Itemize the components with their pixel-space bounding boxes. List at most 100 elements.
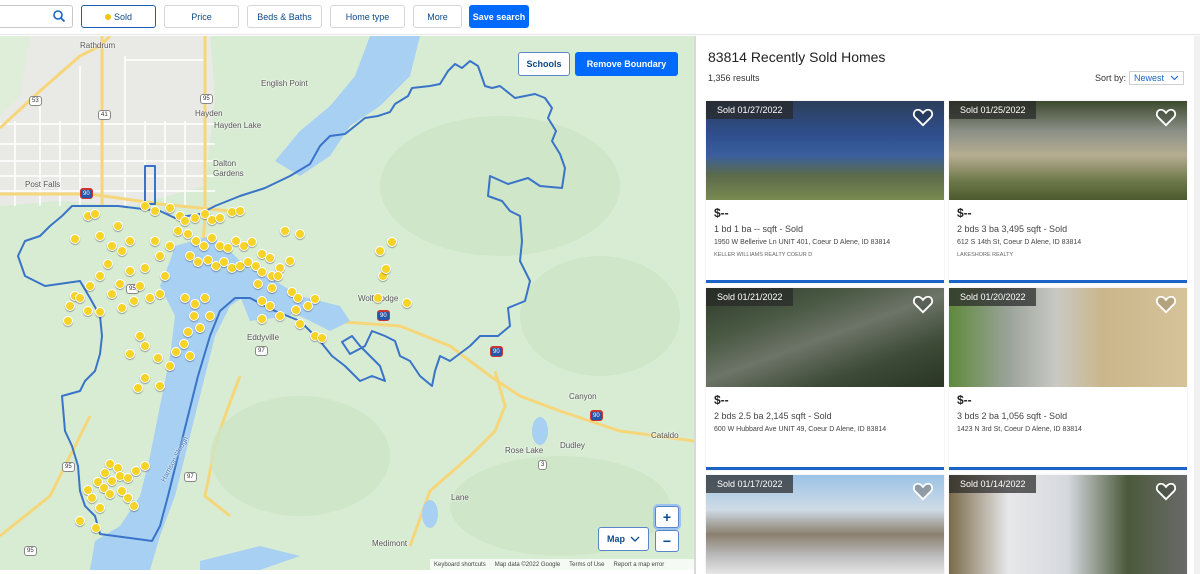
sold-home-marker[interactable]	[295, 319, 305, 329]
sold-home-marker[interactable]	[190, 299, 200, 309]
sold-home-marker[interactable]	[91, 523, 101, 533]
keyboard-shortcuts-link[interactable]: Keyboard shortcuts	[434, 562, 486, 568]
filter-home-type-button[interactable]: Home type	[330, 5, 405, 28]
sold-home-marker[interactable]	[155, 251, 165, 261]
sold-home-marker[interactable]	[165, 203, 175, 213]
location-search-input[interactable]	[0, 5, 73, 28]
sold-home-marker[interactable]	[165, 241, 175, 251]
sold-home-marker[interactable]	[107, 476, 117, 486]
listing-photo[interactable]: Sold 01/25/2022	[949, 101, 1187, 200]
sold-home-marker[interactable]	[189, 311, 199, 321]
filter-beds-baths-button[interactable]: Beds & Baths	[247, 5, 322, 28]
sold-home-marker[interactable]	[155, 289, 165, 299]
listing-card[interactable]: Sold 01/20/2022 $-- 3 bds 2 ba 1,056 sqft …	[949, 288, 1187, 470]
sold-home-marker[interactable]	[190, 213, 200, 223]
sold-home-marker[interactable]	[129, 296, 139, 306]
sold-home-marker[interactable]	[140, 341, 150, 351]
sold-home-marker[interactable]	[235, 206, 245, 216]
sold-home-marker[interactable]	[265, 253, 275, 263]
listing-card[interactable]: Sold 01/25/2022 $-- 2 bds 3 ba 3,495 sqft …	[949, 101, 1187, 283]
filter-price-button[interactable]: Price	[164, 5, 239, 28]
terms-of-use-link[interactable]: Terms of Use	[569, 562, 604, 568]
sold-home-marker[interactable]	[183, 327, 193, 337]
filter-sold-button[interactable]: Sold	[81, 5, 156, 28]
sold-home-marker[interactable]	[200, 293, 210, 303]
sold-home-marker[interactable]	[317, 333, 327, 343]
sold-home-marker[interactable]	[129, 501, 139, 511]
sold-home-marker[interactable]	[373, 293, 383, 303]
listing-card[interactable]: Sold 01/27/2022 $-- 1 bd 1 ba -- sqft - So…	[706, 101, 944, 283]
sold-home-marker[interactable]	[83, 306, 93, 316]
sold-home-marker[interactable]	[140, 263, 150, 273]
sold-home-marker[interactable]	[107, 289, 117, 299]
save-search-button[interactable]: Save search	[469, 5, 529, 28]
sold-home-marker[interactable]	[150, 206, 160, 216]
favorite-heart-icon[interactable]	[912, 107, 934, 127]
sort-dropdown[interactable]: Newest	[1128, 71, 1184, 85]
listing-photo[interactable]: Sold 01/14/2022	[949, 475, 1187, 574]
sold-home-marker[interactable]	[153, 353, 163, 363]
listing-card[interactable]: Sold 01/21/2022 $-- 2 bds 2.5 ba 2,145 sqf…	[706, 288, 944, 470]
sold-home-marker[interactable]	[150, 236, 160, 246]
sold-home-marker[interactable]	[173, 226, 183, 236]
sold-home-marker[interactable]	[65, 301, 75, 311]
sold-home-marker[interactable]	[135, 281, 145, 291]
sold-home-marker[interactable]	[387, 237, 397, 247]
listing-card[interactable]: Sold 01/17/2022	[706, 475, 944, 574]
sold-home-marker[interactable]	[375, 246, 385, 256]
sold-home-marker[interactable]	[171, 347, 181, 357]
sold-home-marker[interactable]	[140, 461, 150, 471]
sold-home-marker[interactable]	[275, 311, 285, 321]
sold-home-marker[interactable]	[160, 271, 170, 281]
sold-home-marker[interactable]	[155, 381, 165, 391]
sold-home-marker[interactable]	[165, 361, 175, 371]
sold-home-marker[interactable]	[293, 293, 303, 303]
listing-address[interactable]: 1950 W Bellerive Ln UNIT 401, Coeur D Al…	[714, 239, 936, 246]
sold-home-marker[interactable]	[75, 516, 85, 526]
favorite-heart-icon[interactable]	[1155, 481, 1177, 501]
favorite-heart-icon[interactable]	[912, 481, 934, 501]
sold-home-marker[interactable]	[125, 266, 135, 276]
sold-home-marker[interactable]	[267, 283, 277, 293]
remove-boundary-button[interactable]: Remove Boundary	[575, 52, 678, 76]
sold-home-marker[interactable]	[180, 216, 190, 226]
sold-home-marker[interactable]	[95, 271, 105, 281]
sold-home-marker[interactable]	[115, 279, 125, 289]
report-map-error-link[interactable]: Report a map error	[614, 562, 665, 568]
sold-home-marker[interactable]	[280, 226, 290, 236]
sold-home-marker[interactable]	[180, 293, 190, 303]
sold-home-marker[interactable]	[107, 241, 117, 251]
sold-home-marker[interactable]	[402, 298, 412, 308]
zoom-out-button[interactable]: −	[655, 530, 679, 552]
sold-home-marker[interactable]	[185, 351, 195, 361]
search-icon[interactable]	[52, 9, 66, 23]
filter-more-button[interactable]: More	[413, 5, 462, 28]
sold-home-marker[interactable]	[179, 339, 189, 349]
listing-address[interactable]: 600 W Hubbard Ave UNIT 49, Coeur D Alene…	[714, 426, 936, 433]
sold-home-marker[interactable]	[63, 316, 73, 326]
favorite-heart-icon[interactable]	[912, 294, 934, 314]
sold-home-marker[interactable]	[105, 489, 115, 499]
sold-home-marker[interactable]	[215, 213, 225, 223]
sold-home-marker[interactable]	[247, 237, 257, 247]
listing-address[interactable]: 1423 N 3rd St, Coeur D Alene, ID 83814	[957, 426, 1179, 433]
sold-home-marker[interactable]	[140, 201, 150, 211]
listing-photo[interactable]: Sold 01/20/2022	[949, 288, 1187, 387]
sold-home-marker[interactable]	[195, 323, 205, 333]
sold-home-marker[interactable]	[125, 349, 135, 359]
listing-photo[interactable]: Sold 01/17/2022	[706, 475, 944, 574]
sold-home-marker[interactable]	[140, 373, 150, 383]
sold-home-marker[interactable]	[257, 314, 267, 324]
favorite-heart-icon[interactable]	[1155, 294, 1177, 314]
sold-home-marker[interactable]	[205, 311, 215, 321]
sold-home-marker[interactable]	[135, 331, 145, 341]
sold-home-marker[interactable]	[145, 293, 155, 303]
listing-photo[interactable]: Sold 01/21/2022	[706, 288, 944, 387]
sold-home-marker[interactable]	[103, 259, 113, 269]
sold-home-marker[interactable]	[90, 209, 100, 219]
sold-home-marker[interactable]	[291, 305, 301, 315]
sold-home-marker[interactable]	[257, 267, 267, 277]
sold-home-marker[interactable]	[95, 503, 105, 513]
sold-home-marker[interactable]	[117, 246, 127, 256]
sold-home-marker[interactable]	[125, 236, 135, 246]
